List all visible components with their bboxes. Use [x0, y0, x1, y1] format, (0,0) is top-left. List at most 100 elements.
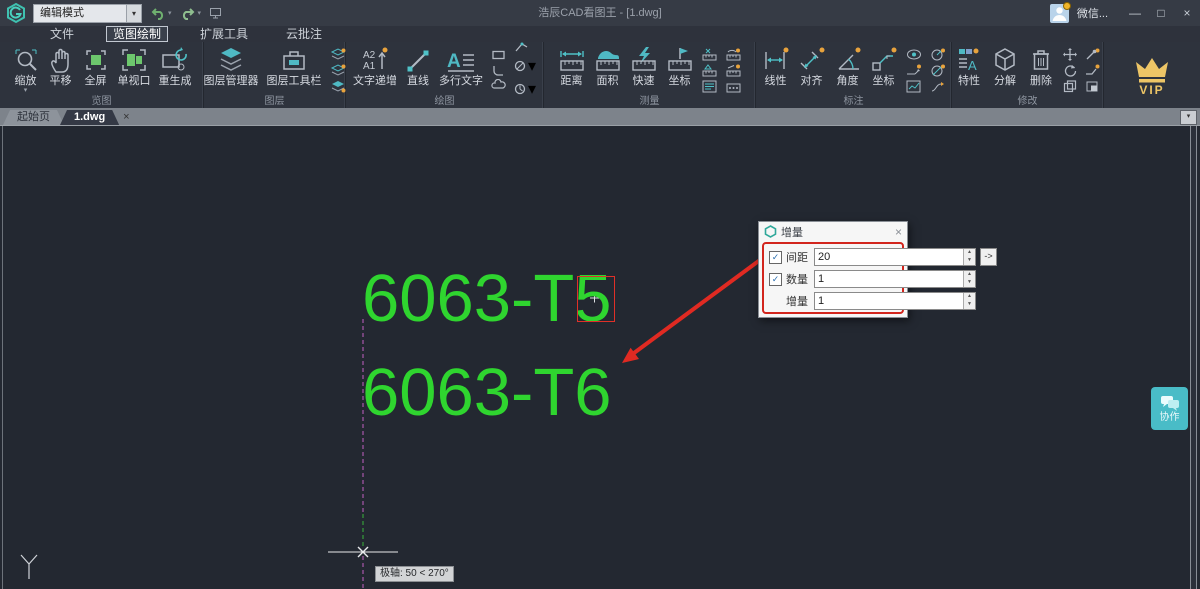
polyline-tool-button[interactable] — [514, 41, 536, 53]
dim-leader-button[interactable] — [930, 80, 946, 93]
dim-chart-button[interactable] — [906, 80, 922, 93]
layer-color-button[interactable] — [330, 80, 346, 93]
measure-entity-button[interactable] — [702, 63, 718, 77]
measure-distance-button[interactable]: 距离 — [555, 44, 589, 89]
dim-edit-button[interactable] — [906, 64, 922, 77]
fullscreen-button[interactable]: 全屏 — [79, 44, 113, 89]
spin-down-icon[interactable]: ▼ — [964, 279, 975, 287]
measure-area-button[interactable]: 面积 — [591, 44, 625, 89]
dim-aligned-button[interactable]: 对齐 — [795, 44, 829, 89]
menu-item-extended-tools[interactable]: 扩展工具 — [194, 27, 254, 41]
line-button[interactable]: 直线 — [402, 44, 434, 89]
increment-input[interactable] — [815, 293, 963, 309]
dim-ordinate-button[interactable]: 坐标 — [867, 44, 901, 89]
vertical-scrollbar[interactable] — [1190, 126, 1197, 589]
copy-icon — [1063, 79, 1077, 92]
minimize-button[interactable]: — — [1122, 0, 1148, 26]
single-viewport-button[interactable]: 单视口 — [115, 44, 154, 89]
menu-item-file[interactable]: 文件 — [44, 27, 80, 41]
zoom-button[interactable]: 缩放 ▾ — [9, 44, 43, 95]
chevron-down-icon[interactable]: ▾ — [198, 9, 202, 17]
arc-tool-button[interactable] — [491, 64, 506, 76]
spin-down-icon[interactable]: ▼ — [964, 301, 975, 309]
wipeout-button[interactable] — [1085, 80, 1100, 93]
mode-dropdown[interactable]: 编辑模式 ▾ — [33, 3, 142, 23]
spacing-input[interactable] — [815, 249, 963, 265]
move-button[interactable] — [1063, 47, 1077, 61]
vip-button[interactable]: VIP — [1104, 42, 1200, 108]
spacing-spinner[interactable]: ▲ ▼ — [963, 249, 975, 265]
increment-spinner[interactable]: ▲ ▼ — [963, 293, 975, 309]
text-increment-button[interactable]: A2 A1 文字递增 — [350, 44, 400, 89]
measure-coordinate-button[interactable]: 坐标 — [663, 44, 697, 89]
rotate-button[interactable] — [1063, 64, 1077, 77]
increment-dialog-titlebar[interactable]: 增量 × — [759, 222, 907, 241]
chevron-down-icon[interactable]: ▾ — [126, 4, 141, 22]
quantity-spinner[interactable]: ▲ ▼ — [963, 271, 975, 287]
maximize-button[interactable]: □ — [1148, 0, 1174, 26]
layer-manager-button[interactable]: 图层管理器 — [201, 44, 262, 89]
measure-radius-button[interactable] — [726, 64, 742, 77]
dim-angle-button[interactable]: 角度 — [831, 44, 865, 89]
delete-button[interactable]: 删除 — [1024, 44, 1058, 89]
measure-list-button[interactable] — [702, 80, 718, 93]
circle-tool-button[interactable]: ▾ — [514, 56, 536, 76]
spacing-checkbox[interactable]: ✓ — [769, 250, 782, 264]
menu-item-cloud-annotation[interactable]: 云批注 — [280, 27, 328, 41]
collaborate-label: 协作 — [1159, 411, 1180, 423]
svg-text:A: A — [968, 58, 977, 73]
user-avatar[interactable] — [1049, 1, 1071, 23]
quantity-checkbox[interactable]: ✓ — [769, 272, 782, 286]
measure-quick-button[interactable]: 快速 — [627, 44, 661, 89]
layer-freeze-button[interactable] — [330, 63, 346, 77]
measure-batch-button[interactable] — [726, 80, 742, 93]
drawing-canvas[interactable]: 6063-T5 6063-T6 极轴: 50 < 270° 协作 增量 × ✓ … — [0, 125, 1200, 589]
menu-item-view-draw[interactable]: 览图绘制 — [106, 26, 169, 42]
plot-preview-button[interactable] — [209, 7, 222, 19]
quantity-label: 数量 — [786, 274, 808, 286]
chevron-down-icon[interactable]: ▾ — [168, 9, 172, 17]
quantity-input[interactable] — [815, 271, 963, 287]
cad-text-top[interactable]: 6063-T5 — [362, 265, 612, 333]
layer-toolbar-button[interactable]: 图层工具栏 — [264, 44, 325, 89]
rectangle-tool-button[interactable] — [491, 49, 506, 61]
measure-arc-button[interactable] — [726, 48, 742, 61]
dim-style-button[interactable] — [906, 48, 922, 61]
undo-button[interactable]: ▾ — [150, 6, 172, 20]
layout-dropdown-button[interactable]: ▾ — [1180, 110, 1197, 125]
pin-button[interactable] — [1085, 48, 1100, 61]
cube-icon — [991, 45, 1019, 75]
dim-radius-button[interactable] — [930, 48, 946, 61]
pan-button[interactable]: 平移 — [45, 44, 77, 89]
spin-down-icon[interactable]: ▼ — [964, 257, 975, 265]
measure-angle-button[interactable] — [702, 48, 718, 61]
tab-drawing[interactable]: 1.dwg — [60, 110, 119, 125]
spin-up-icon[interactable]: ▲ — [964, 293, 975, 301]
dim-diameter-button[interactable] — [930, 64, 946, 77]
tab-close-icon[interactable]: × — [119, 110, 133, 125]
close-button[interactable]: × — [1174, 0, 1200, 26]
ribbon-group-measure: 距离 面积 快速 坐标 测量 — [544, 42, 756, 108]
chevron-down-icon[interactable]: ▾ — [528, 56, 536, 76]
regen-button[interactable]: 重生成 — [156, 44, 195, 89]
wechat-label[interactable]: 微信... — [1077, 5, 1108, 21]
revcloud-tool-button[interactable] — [491, 79, 506, 91]
redo-button[interactable]: ▾ — [180, 6, 202, 20]
vip-label: VIP — [1139, 82, 1165, 97]
cad-text-bottom[interactable]: 6063-T6 — [362, 359, 612, 427]
dialog-close-icon[interactable]: × — [895, 223, 902, 241]
spin-up-icon[interactable]: ▲ — [964, 271, 975, 279]
layer-on-button[interactable] — [330, 47, 346, 61]
dim-ordinate-icon — [870, 45, 898, 75]
properties-icon: A — [955, 45, 983, 75]
dim-linear-button[interactable]: 线性 — [759, 44, 793, 89]
mtext-button[interactable]: A 多行文字 — [436, 44, 486, 89]
apply-spacing-button[interactable]: -> — [980, 248, 997, 266]
tab-start-page[interactable]: 起始页 — [3, 110, 64, 125]
copy-button[interactable] — [1063, 79, 1077, 93]
explode-button[interactable]: 分解 — [988, 44, 1022, 89]
leader-edit-button[interactable] — [1085, 64, 1100, 77]
collaborate-button[interactable]: 协作 — [1151, 387, 1188, 430]
spin-up-icon[interactable]: ▲ — [964, 249, 975, 257]
properties-button[interactable]: A 特性 — [952, 44, 986, 89]
